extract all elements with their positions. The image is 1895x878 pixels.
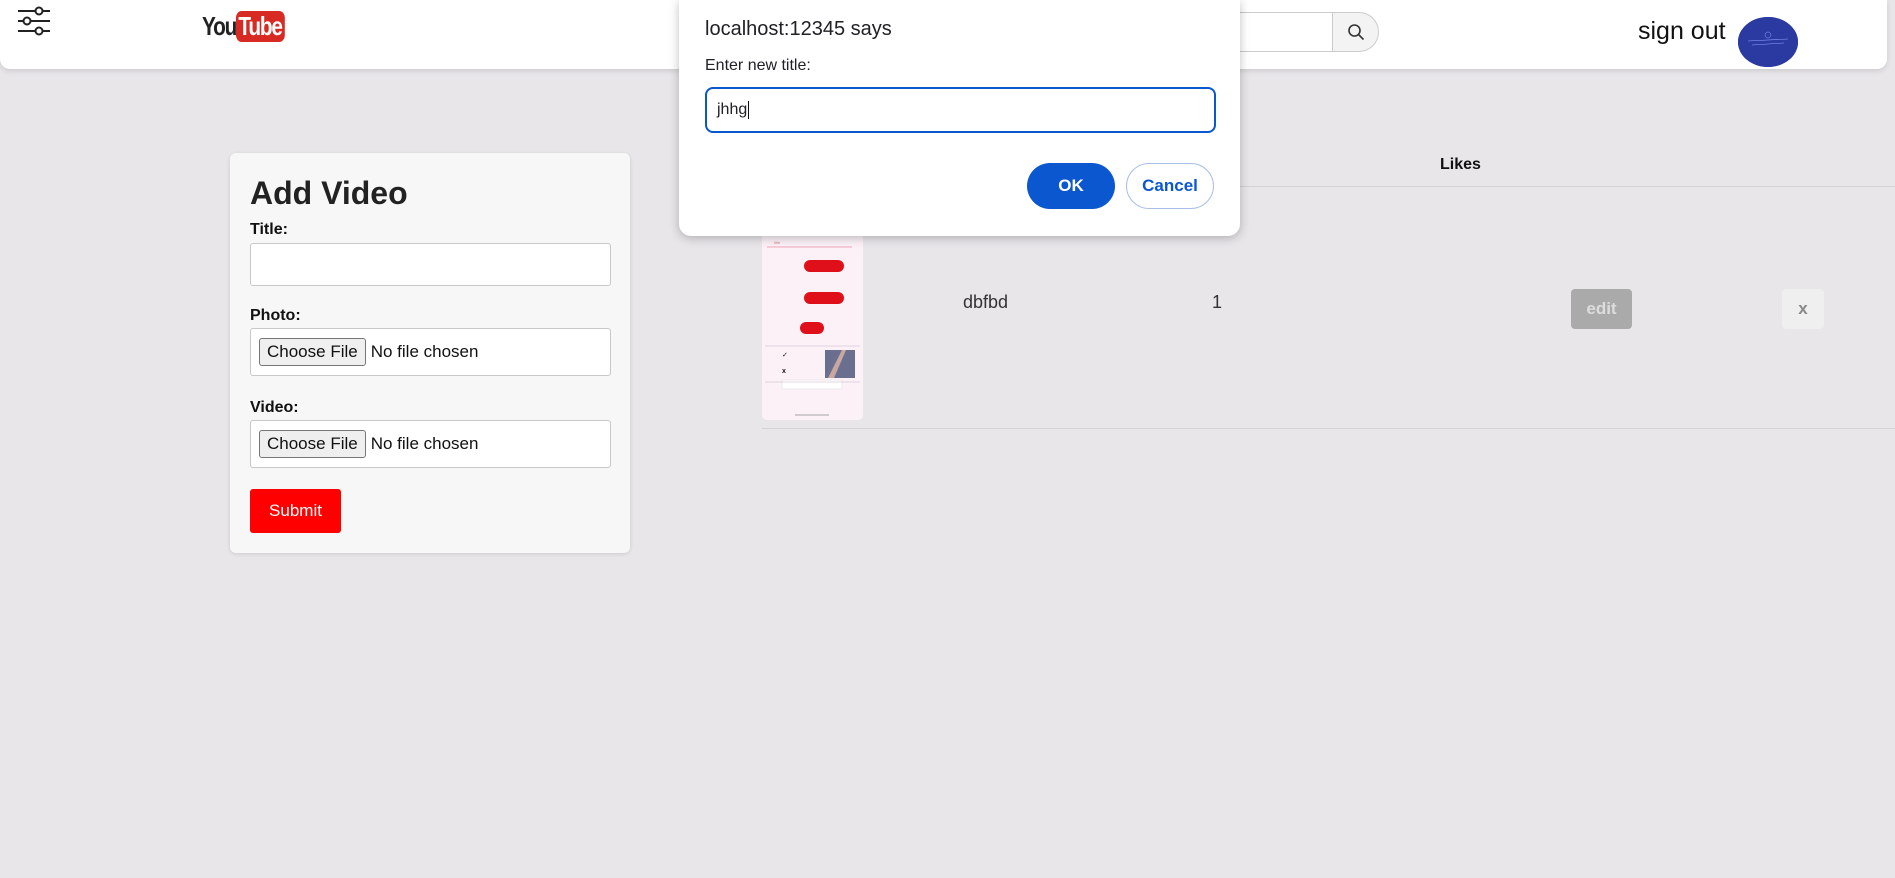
photo-label: Photo: xyxy=(250,307,301,324)
photo-file-status: No file chosen xyxy=(370,342,479,361)
photo-file-input: Choose File No file chosen xyxy=(250,328,611,376)
video-thumbnail[interactable]: title ✓ x xyxy=(762,230,863,420)
dialog-input-value: jhhg xyxy=(717,101,748,118)
dialog-title-input[interactable]: jhhg xyxy=(705,87,1216,133)
delete-button[interactable]: x xyxy=(1782,289,1824,329)
add-video-heading: Add Video xyxy=(250,175,408,211)
prompt-dialog: localhost:12345 says Enter new title: jh… xyxy=(679,0,1240,236)
ok-button[interactable]: OK xyxy=(1027,163,1115,209)
edit-button[interactable]: edit xyxy=(1571,289,1632,329)
video-title-cell: dbfbd xyxy=(963,292,1009,312)
video-file-input: Choose File No file chosen xyxy=(250,420,611,468)
search-icon xyxy=(1347,24,1364,41)
search-button[interactable] xyxy=(1332,12,1379,52)
avatar[interactable] xyxy=(1738,17,1798,67)
svg-text:✓: ✓ xyxy=(782,352,788,359)
svg-text:x: x xyxy=(782,368,786,375)
video-likes-cell: 1 xyxy=(1212,292,1223,312)
likes-column-header: Likes xyxy=(1440,156,1481,173)
cancel-button[interactable]: Cancel xyxy=(1126,163,1214,209)
title-label: Title: xyxy=(250,221,288,238)
video-label: Video: xyxy=(250,399,299,416)
row-divider xyxy=(762,428,1895,429)
logo-tube-text: Tube xyxy=(236,10,285,42)
svg-text:title: title xyxy=(774,240,781,245)
logo-you-text: You xyxy=(202,10,237,41)
youtube-logo[interactable]: You Tube xyxy=(202,10,297,42)
text-caret xyxy=(748,101,750,119)
title-input[interactable] xyxy=(250,243,611,286)
dialog-message: Enter new title: xyxy=(705,57,811,74)
add-video-card: Add Video Title: Photo: Choose File No f… xyxy=(230,153,630,553)
video-choose-file-button[interactable]: Choose File xyxy=(259,430,366,458)
dialog-title: localhost:12345 says xyxy=(705,18,892,40)
sign-out-link[interactable]: sign out xyxy=(1638,17,1726,46)
submit-button[interactable]: Submit xyxy=(250,489,341,533)
video-file-status: No file chosen xyxy=(370,434,479,453)
photo-choose-file-button[interactable]: Choose File xyxy=(259,338,366,366)
sliders-menu-icon[interactable] xyxy=(17,6,51,36)
